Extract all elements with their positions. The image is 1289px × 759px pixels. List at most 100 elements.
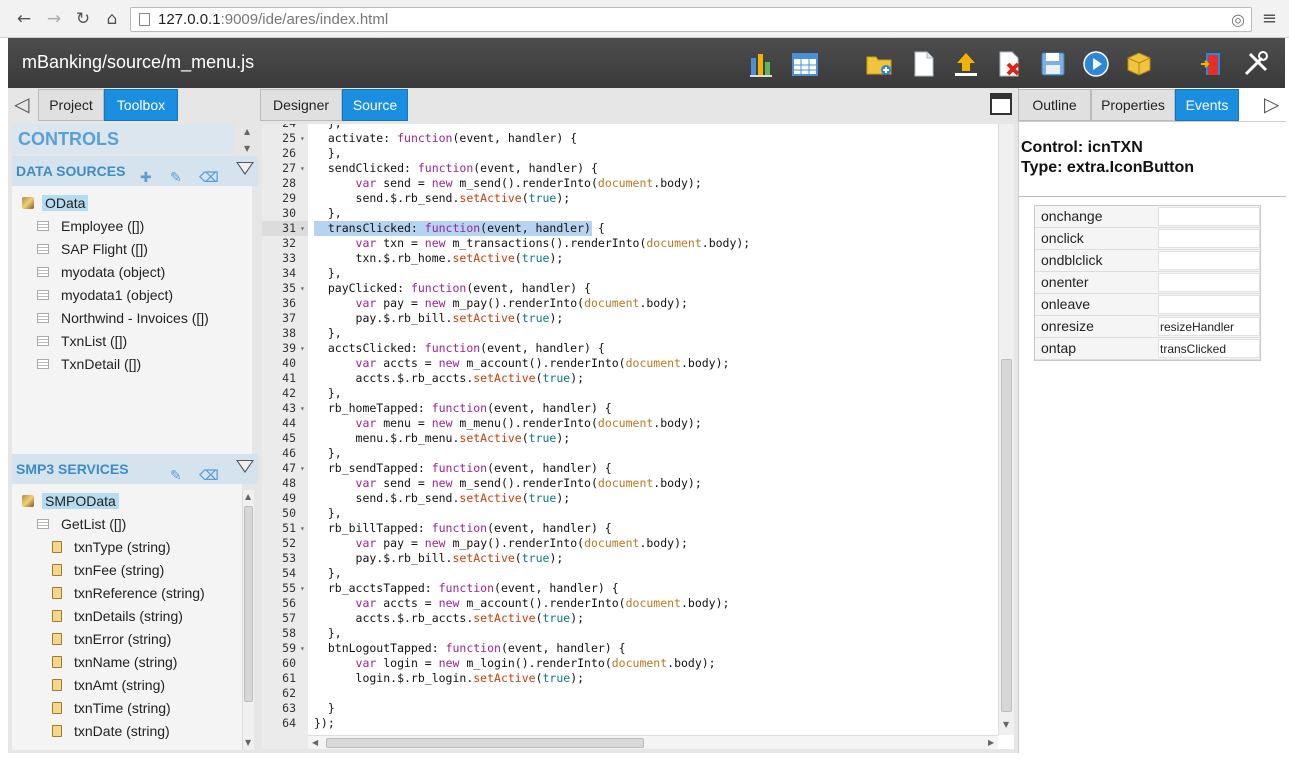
code-line[interactable]: 50 }, [262,506,997,521]
code-line[interactable]: 49 send.$.rb_send.setActive(true); [262,491,997,506]
event-handler-input[interactable] [1158,251,1260,270]
scroll-right-icon[interactable]: ▶ [988,738,994,747]
code-line[interactable]: 38 }, [262,326,997,341]
code-line[interactable]: 54 }, [262,566,997,581]
event-handler-input[interactable] [1158,229,1260,248]
reload-icon[interactable]: ↻ [73,9,93,29]
list-item[interactable]: Employee ([]) [37,216,144,236]
code-line[interactable]: 41 accts.$.rb_accts.setActive(true); [262,371,997,386]
fold-icon[interactable]: ▾ [300,461,305,476]
scroll-thumb[interactable] [1001,359,1012,712]
fold-icon[interactable]: ▾ [300,281,305,296]
code-line[interactable]: 45 menu.$.rb_menu.setActive(true); [262,431,997,446]
list-item[interactable]: txnDate (string) [52,721,170,741]
scroll-down-icon[interactable]: ▼ [245,738,251,747]
collapse-right-icon[interactable]: ▷ [1264,94,1279,114]
list-item[interactable]: txnDetails (string) [52,606,183,626]
browser-menu-icon[interactable]: ≡ [1262,8,1277,29]
code-line[interactable]: 34 }, [262,266,997,281]
code-line[interactable]: 57 accts.$.rb_accts.setActive(true); [262,611,997,626]
build-icon[interactable] [1125,50,1153,78]
event-handler-input[interactable]: resizeHandler [1158,317,1260,336]
editor-hscrollbar[interactable]: ◀ ▶ [308,735,998,749]
list-item[interactable]: txnTime (string) [52,698,171,718]
code-line[interactable]: 47 ▾ rb_sendTapped: function(event, handl… [262,461,997,476]
smp3-scrollbar[interactable]: ▲ ▼ [242,490,254,750]
code-line[interactable]: 64}); [262,716,997,731]
event-handler-input[interactable]: transClicked [1158,339,1260,358]
home-icon[interactable]: ⌂ [102,9,122,29]
list-item[interactable]: txnName (string) [52,652,177,672]
fold-icon[interactable]: ▾ [300,401,305,416]
collapse-triangle-icon[interactable] [236,460,254,473]
tab-events[interactable]: Events [1175,89,1239,121]
tab-project[interactable]: Project [38,89,104,121]
preview-icon[interactable] [1082,50,1110,78]
code-line[interactable]: 46 }, [262,446,997,461]
delete-file-icon[interactable] [995,50,1023,78]
settings-tools-icon[interactable] [1242,50,1270,78]
list-item[interactable]: txnReference (string) [52,583,205,603]
code-line[interactable]: 36 var pay = new m_pay().renderInto(docu… [262,296,997,311]
code-line[interactable]: 60 var login = new m_login().renderInto(… [262,656,997,671]
code-line[interactable]: 28 var send = new m_send().renderInto(do… [262,176,997,191]
code-line[interactable]: 42 }, [262,386,997,401]
exit-door-icon[interactable] [1198,50,1226,78]
code-line[interactable]: 58 }, [262,626,997,641]
code-line[interactable]: 29 send.$.rb_send.setActive(true); [262,191,997,206]
code-line[interactable]: 61 login.$.rb_login.setActive(true); [262,671,997,686]
chart-icon[interactable] [748,50,776,78]
table-icon[interactable] [791,50,819,78]
code-line[interactable]: 27 ▾ sendClicked: function(event, handler… [262,161,997,176]
scroll-left-icon[interactable]: ◀ [312,738,318,747]
list-item[interactable]: txnError (string) [52,629,171,649]
code-line[interactable]: 39 ▾ acctsClicked: function(event, handle… [262,341,997,356]
list-item[interactable]: txnFee (string) [52,560,164,580]
address-bar[interactable]: 127.0.0.1:9009/ide/ares/index.html ◎ [130,7,1252,32]
code-line[interactable]: 55 ▾ rb_acctsTapped: function(event, hand… [262,581,997,596]
fold-icon[interactable]: ▾ [300,161,305,176]
back-icon[interactable]: ← [14,9,34,29]
event-handler-input[interactable] [1158,273,1260,292]
list-item[interactable]: GetList ([]) [37,514,126,534]
code-line[interactable]: 33 txn.$.rb_home.setActive(true); [262,251,997,266]
code-line[interactable]: 25 ▾ activate: function(event, handler) { [262,131,997,146]
tab-designer[interactable]: Designer [260,89,342,121]
list-item[interactable]: Northwind - Invoices ([]) [37,308,209,328]
tree-root-odata[interactable]: OData [22,193,89,213]
code-line[interactable]: 24 }, [262,124,997,131]
upload-icon[interactable] [952,50,980,78]
code-line[interactable]: 63 } [262,701,997,716]
scroll-up-icon[interactable]: ▲ [244,127,250,136]
code-line[interactable]: 26 }, [262,146,997,161]
code-line[interactable]: 56 var accts = new m_account().renderInt… [262,596,997,611]
code-line[interactable]: 44 var menu = new m_menu().renderInto(do… [262,416,997,431]
forward-icon[interactable]: → [44,9,64,29]
collapse-left-icon[interactable]: ◁ [14,94,29,114]
code-line[interactable]: 30 }, [262,206,997,221]
scroll-thumb[interactable] [326,738,644,748]
fold-icon[interactable]: ▾ [300,641,305,656]
save-icon[interactable] [1039,50,1067,78]
tree-root-smpodata[interactable]: SMPOData [22,491,119,511]
scroll-down-icon[interactable]: ▼ [244,144,250,153]
code-line[interactable]: 32 var txn = new m_transactions().render… [262,236,997,251]
list-item[interactable]: myodata1 (object) [37,285,173,305]
code-line[interactable]: 35 ▾ payClicked: function(event, handler)… [262,281,997,296]
fold-icon[interactable]: ▾ [300,341,305,356]
maximize-icon[interactable] [990,93,1012,115]
fold-icon[interactable]: ▾ [300,581,305,596]
list-item[interactable]: TxnDetail ([]) [37,354,141,374]
code-line[interactable]: 52 var pay = new m_pay().renderInto(docu… [262,536,997,551]
fold-icon[interactable]: ▾ [300,221,305,236]
controls-section-header[interactable]: CONTROLS [12,124,234,154]
list-item[interactable]: SAP Flight ([]) [37,239,148,259]
list-item[interactable]: TxnList ([]) [37,331,127,351]
code-line[interactable]: 51 ▾ rb_billTapped: function(event, handl… [262,521,997,536]
code-line[interactable]: 40 var accts = new m_account().renderInt… [262,356,997,371]
code-line[interactable]: 31 ▾ transClicked: function(event, handle… [262,221,997,236]
event-handler-input[interactable] [1158,295,1260,314]
list-item[interactable]: myodata (object) [37,262,165,282]
tab-properties[interactable]: Properties [1091,89,1175,121]
code-line[interactable]: 37 pay.$.rb_bill.setActive(true); [262,311,997,326]
